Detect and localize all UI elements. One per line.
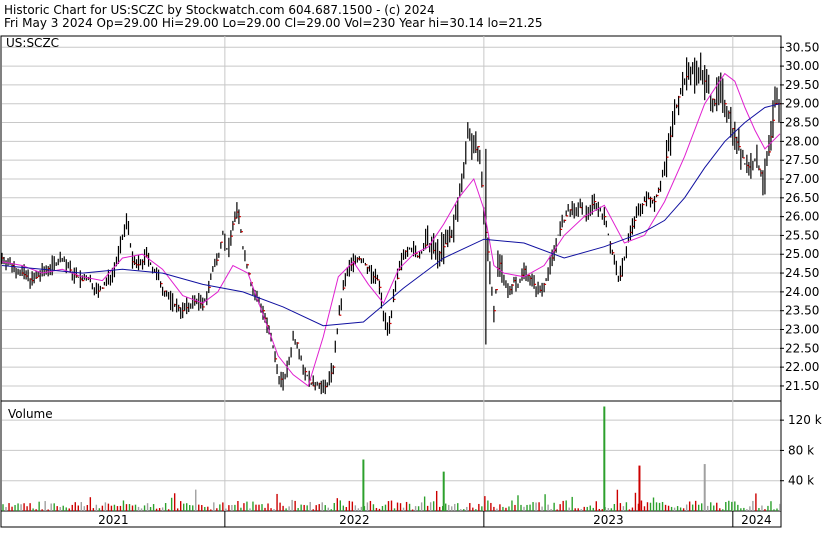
price-tick-label: 23.00 <box>785 323 819 337</box>
price-tick-label: 22.50 <box>785 341 819 355</box>
year-tick-label: 2021 <box>98 513 129 527</box>
volume-tick-label: 120 k <box>788 413 822 427</box>
price-tick-label: 30.50 <box>785 40 819 54</box>
volume-title: Volume <box>8 407 53 421</box>
volume-panel <box>0 400 782 512</box>
price-tick-label: 29.50 <box>785 78 819 92</box>
price-tick-label: 25.50 <box>785 228 819 242</box>
year-tick-label: 2023 <box>593 513 624 527</box>
symbol-label: US:SCZC <box>6 36 59 50</box>
price-tick-label: 24.50 <box>785 266 819 280</box>
price-tick-label: 27.50 <box>785 153 819 167</box>
volume-tick-label: 40 k <box>788 474 814 488</box>
header-quote: Fri May 3 2024 Op=29.00 Hi=29.00 Lo=29.0… <box>4 16 543 30</box>
year-tick-label: 2022 <box>339 513 370 527</box>
price-tick-label: 22.00 <box>785 360 819 374</box>
price-tick-label: 23.50 <box>785 304 819 318</box>
price-tick-label: 27.00 <box>785 172 819 186</box>
price-tick-label: 26.00 <box>785 210 819 224</box>
volume-tick-label: 80 k <box>788 443 814 457</box>
price-tick-label: 26.50 <box>785 191 819 205</box>
header-title: Historic Chart for US:SCZC by Stockwatch… <box>4 3 435 17</box>
stock-chart: 30.50 30.00 29.50 29.00 28.50 28.00 27.50 27.00… <box>0 0 830 543</box>
year-tick-label: 2024 <box>741 513 772 527</box>
price-tick-label: 28.50 <box>785 116 819 130</box>
price-tick-label: 24.00 <box>785 285 819 299</box>
price-tick-label: 25.00 <box>785 247 819 261</box>
price-tick-label: 21.50 <box>785 379 819 393</box>
price-tick-label: 28.00 <box>785 134 819 148</box>
price-tick-label: 29.00 <box>785 97 819 111</box>
price-panel <box>0 35 782 402</box>
price-tick-label: 30.00 <box>785 59 819 73</box>
